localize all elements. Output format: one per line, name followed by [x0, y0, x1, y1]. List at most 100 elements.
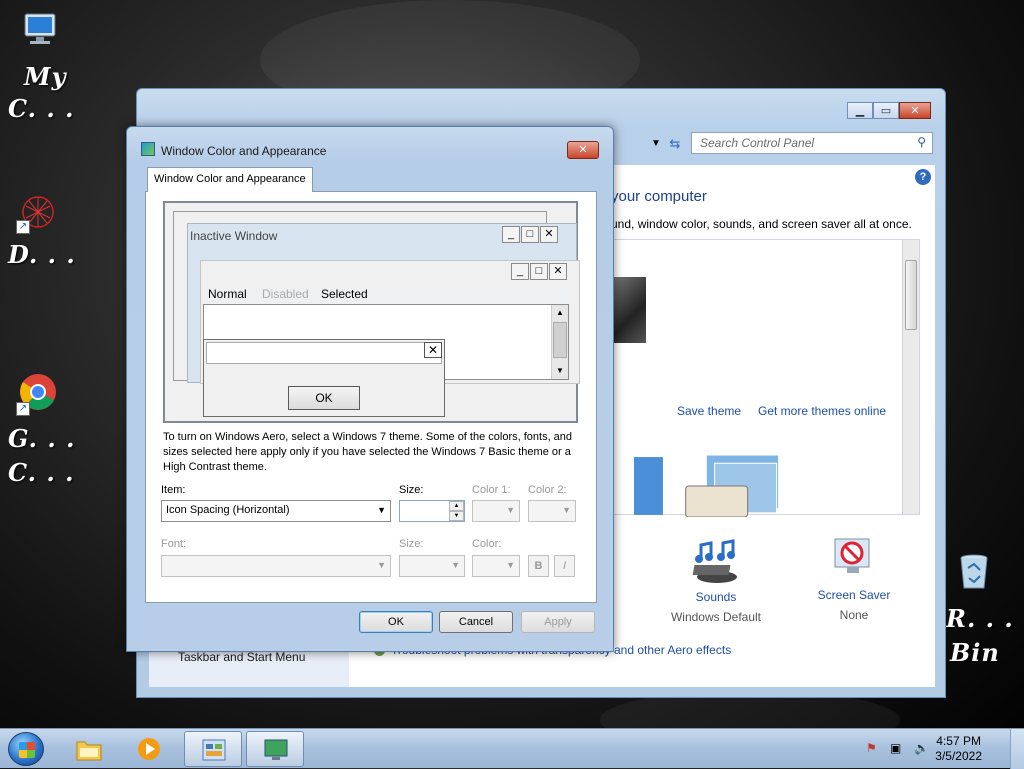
- volume-icon[interactable]: 🔈: [914, 741, 929, 755]
- preview-message-box: ✕ OK: [203, 339, 445, 417]
- theme-thumbnail[interactable]: [611, 277, 646, 343]
- scrollbar-thumb[interactable]: [905, 260, 917, 330]
- color1-label: Color 1:: [472, 484, 511, 496]
- theme-list-scrollbar[interactable]: [902, 240, 919, 514]
- help-icon[interactable]: ?: [915, 169, 931, 185]
- size-down-icon[interactable]: ▼: [449, 511, 464, 521]
- dialog-title: Window Color and Appearance: [161, 144, 327, 158]
- control-panel-icon: [202, 739, 226, 761]
- clock-date: 3/5/2022: [935, 749, 982, 763]
- menu-selected: Selected: [321, 287, 368, 301]
- dropdown-arrow-icon: ▼: [562, 505, 571, 515]
- message-box-close-icon: ✕: [424, 342, 442, 358]
- maximize-button[interactable]: ▭: [873, 102, 899, 119]
- action-center-icon[interactable]: ⚑: [866, 741, 877, 755]
- minimize-button[interactable]: ▁: [847, 102, 873, 119]
- taskbar-control-panel[interactable]: [184, 731, 242, 767]
- desktop-icon-d[interactable]: ↗ D. . .: [8, 190, 78, 270]
- desktop-icon-label: My: [24, 62, 67, 91]
- screen-saver-title: Screen Saver: [817, 588, 891, 602]
- search-input[interactable]: Search Control Panel ⚲: [691, 132, 933, 154]
- cancel-button[interactable]: Cancel: [439, 611, 513, 633]
- desktop-icon-label: C. . .: [8, 458, 75, 487]
- show-desktop-button[interactable]: [1010, 729, 1024, 769]
- taskbar-media-player[interactable]: [120, 731, 178, 767]
- item-value: Icon Spacing (Horizontal): [166, 504, 290, 516]
- desktop-icon-computer[interactable]: My C. . .: [8, 6, 78, 126]
- taskbar-display-settings[interactable]: [246, 731, 304, 767]
- refresh-icon[interactable]: ⇆: [665, 133, 685, 155]
- page-subtitle: und, window color, sounds, and screen sa…: [611, 217, 912, 231]
- dialog-app-icon: [141, 142, 155, 156]
- font-color-picker[interactable]: ▼: [472, 555, 520, 577]
- desktop-icon-label: R. . .: [946, 604, 1014, 633]
- font-size-label: Size:: [399, 538, 424, 550]
- address-dropdown-icon[interactable]: ▼: [647, 133, 665, 155]
- windows-logo-icon: [19, 742, 35, 758]
- shortcut-arrow-icon: ↗: [16, 220, 30, 234]
- desktop-icon-label: Bin: [950, 638, 1000, 667]
- italic-button[interactable]: I: [554, 555, 575, 577]
- ok-button[interactable]: OK: [359, 611, 433, 633]
- preview-minimize-icon: _: [511, 263, 529, 280]
- tab-window-color-appearance[interactable]: Window Color and Appearance: [147, 167, 313, 192]
- preview-maximize-icon: □: [530, 263, 548, 280]
- screen-saver-value: None: [839, 608, 869, 622]
- search-icon[interactable]: ⚲: [917, 135, 926, 149]
- search-placeholder: Search Control Panel: [700, 136, 815, 150]
- font-dropdown[interactable]: ▼: [161, 555, 391, 577]
- dropdown-arrow-icon: ▼: [377, 505, 386, 515]
- message-box-ok: OK: [288, 386, 360, 410]
- preview-close-icon: ✕: [540, 226, 558, 243]
- taskbar-start-menu-link[interactable]: Taskbar and Start Menu: [178, 650, 305, 664]
- apply-button[interactable]: Apply: [521, 611, 595, 633]
- window-color-appearance-dialog: Window Color and Appearance ✕ Window Col…: [126, 126, 614, 652]
- preview-minimize-icon: _: [502, 226, 520, 243]
- screen-saver-icon: [834, 538, 870, 573]
- sounds-value: Windows Default: [670, 610, 762, 624]
- system-clock[interactable]: 4:57 PM 3/5/2022: [935, 734, 982, 764]
- dropdown-arrow-icon: ▼: [451, 560, 460, 570]
- dialog-close-button[interactable]: ✕: [567, 141, 599, 159]
- menu-disabled: Disabled: [262, 287, 309, 301]
- dropdown-arrow-icon: ▼: [377, 560, 386, 570]
- display-settings-icon: [264, 739, 288, 760]
- scroll-up-icon: ▲: [556, 308, 564, 317]
- page-heading: your computer: [611, 188, 707, 205]
- sounds-icon: [692, 539, 737, 583]
- preview-menu-bar: Normal Disabled Selected: [201, 285, 567, 304]
- screen-saver-setting[interactable]: Screen Saver None: [784, 535, 924, 622]
- folder-icon: [76, 741, 102, 761]
- shortcut-arrow-icon: ↗: [16, 402, 30, 416]
- size-label: Size:: [399, 484, 424, 496]
- item-dropdown[interactable]: Icon Spacing (Horizontal) ▼: [161, 500, 391, 522]
- font-size-dropdown[interactable]: ▼: [399, 555, 465, 577]
- desktop-icon-recycle-bin[interactable]: R. . . Bin: [946, 552, 1016, 672]
- theme-preview-images[interactable]: [611, 455, 781, 517]
- dropdown-arrow-icon: ▼: [506, 505, 515, 515]
- save-theme-link[interactable]: Save theme: [677, 404, 741, 418]
- bold-button[interactable]: B: [528, 555, 549, 577]
- preview-maximize-icon: □: [521, 226, 539, 243]
- clock-time: 4:57 PM: [936, 734, 981, 748]
- inactive-window-buttons: _ □ ✕: [501, 226, 558, 243]
- size-stepper[interactable]: ▲ ▼: [399, 500, 465, 522]
- sounds-setting[interactable]: Sounds Windows Default: [646, 539, 786, 624]
- desktop-icon-chrome[interactable]: ↗ G. . . C. . .: [8, 370, 78, 490]
- start-button[interactable]: [8, 732, 44, 766]
- font-color-label: Color:: [472, 538, 502, 550]
- network-icon[interactable]: ▣: [890, 741, 901, 755]
- get-more-themes-link[interactable]: Get more themes online: [758, 404, 886, 418]
- aero-info-text: To turn on Windows Aero, select a Window…: [163, 431, 573, 473]
- message-box-title: [206, 342, 442, 364]
- item-label: Item:: [161, 484, 186, 496]
- close-button[interactable]: ✕: [899, 102, 931, 119]
- taskbar: ⚑ ▣ 🔈 4:57 PM 3/5/2022: [0, 728, 1024, 769]
- size-up-icon[interactable]: ▲: [449, 501, 464, 511]
- desktop-icon-label: D. . .: [8, 240, 76, 269]
- taskbar-explorer[interactable]: [60, 731, 118, 767]
- color1-picker[interactable]: ▼: [472, 500, 520, 522]
- computer-icon: [24, 13, 56, 44]
- desktop-icon-label: C. . .: [8, 94, 75, 123]
- color2-picker[interactable]: ▼: [528, 500, 576, 522]
